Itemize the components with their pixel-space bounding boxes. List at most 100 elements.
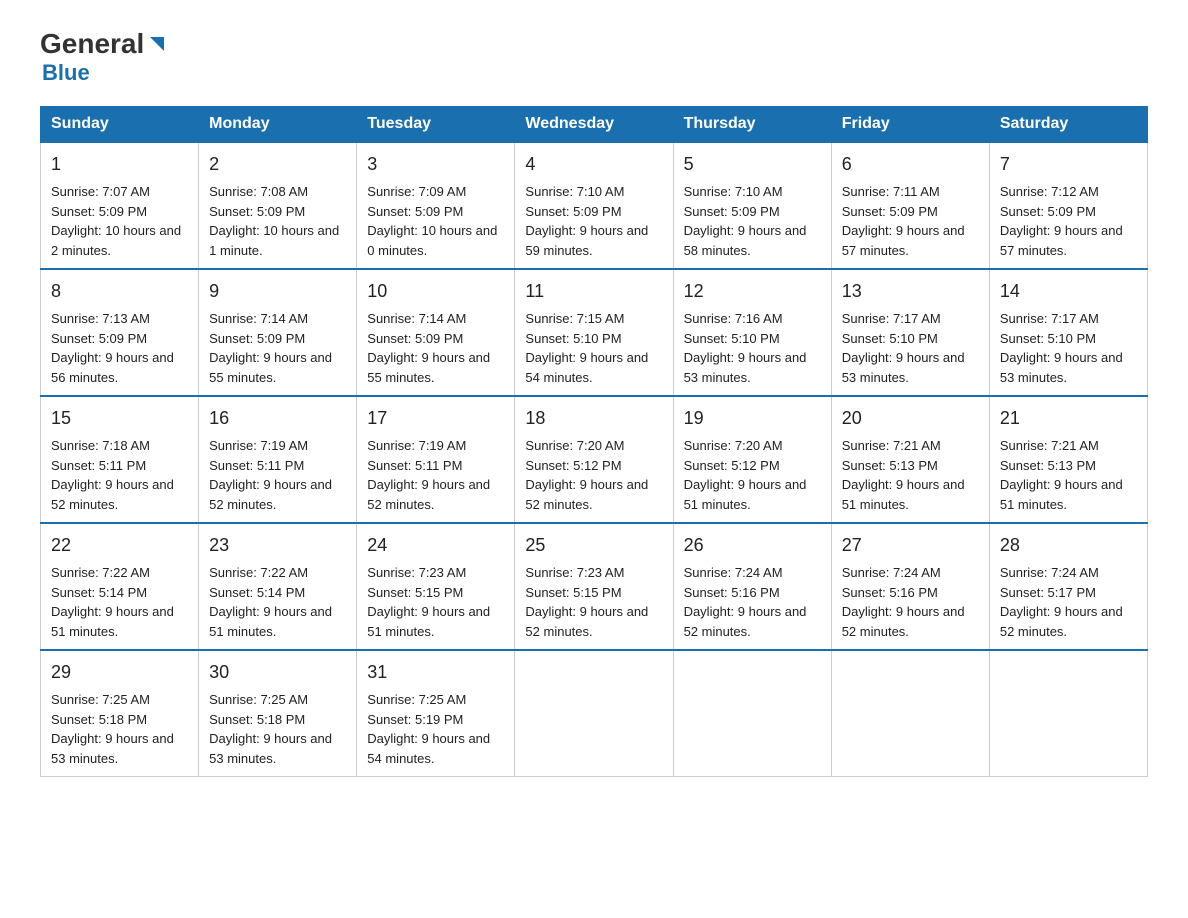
sunset-text: Sunset: 5:14 PM — [209, 585, 305, 600]
calendar-day-cell: 3Sunrise: 7:09 AMSunset: 5:09 PMDaylight… — [357, 142, 515, 269]
day-number: 15 — [51, 405, 188, 432]
sunset-text: Sunset: 5:12 PM — [684, 458, 780, 473]
calendar-day-cell: 26 Sunrise: 7:24 AM Sunset: 5:16 PM Dayligh… — [673, 523, 831, 650]
daylight-text: Daylight: 9 hours and 51 minutes. — [684, 477, 807, 512]
day-of-week-header: Friday — [831, 107, 989, 143]
sunrise-text: Sunrise: 7:14 AM — [209, 311, 308, 326]
sunset-text: Sunset: 5:14 PM — [51, 585, 147, 600]
day-number: 19 — [684, 405, 821, 432]
calendar-day-cell: 20Sunrise: 7:21 AMSunset: 5:13 PMDayligh… — [831, 396, 989, 523]
sunset-text: Sunset: 5:15 PM — [367, 585, 463, 600]
calendar-day-cell: 22Sunrise: 7:22 AMSunset: 5:14 PMDayligh… — [41, 523, 199, 650]
sunrise-text: Sunrise: 7:16 AM — [684, 311, 783, 326]
day-number: 2 — [209, 151, 346, 178]
calendar-day-cell: 7Sunrise: 7:12 AMSunset: 5:09 PMDaylight… — [989, 142, 1147, 269]
day-number: 9 — [209, 278, 346, 305]
sunrise-text: Sunrise: 7:24 AM — [684, 565, 783, 580]
calendar-day-cell: 31Sunrise: 7:25 AMSunset: 5:19 PMDayligh… — [357, 650, 515, 777]
sunrise-text: Sunrise: 7:21 AM — [842, 438, 941, 453]
calendar-day-cell: 11 Sunrise: 7:15 AM Sunset: 5:10 PM Dayligh… — [515, 269, 673, 396]
sunset-text: Sunset: 5:09 PM — [51, 331, 147, 346]
daylight-text: Daylight: 9 hours and 55 minutes. — [367, 350, 490, 385]
day-number: 26 — [684, 532, 821, 559]
daylight-text: Daylight: 9 hours and 58 minutes. — [684, 223, 807, 258]
daylight-text: Daylight: 9 hours and 52 minutes. — [209, 477, 332, 512]
sunrise-text: Sunrise: 7:18 AM — [51, 438, 150, 453]
logo-blue: Blue — [42, 60, 90, 86]
day-number: 1 — [51, 151, 188, 178]
sunrise-text: Sunrise: 7:17 AM — [1000, 311, 1099, 326]
calendar-week-row: 15 Sunrise: 7:18 AM Sunset: 5:11 PM Dayligh… — [41, 396, 1148, 523]
calendar-table: SundayMondayTuesdayWednesdayThursdayFrid… — [40, 106, 1148, 777]
sunset-text: Sunset: 5:15 PM — [525, 585, 621, 600]
sunset-text: Sunset: 5:10 PM — [525, 331, 621, 346]
day-of-week-header: Monday — [199, 107, 357, 143]
daylight-text: Daylight: 9 hours and 53 minutes. — [1000, 350, 1123, 385]
daylight-text: Daylight: 9 hours and 57 minutes. — [842, 223, 965, 258]
sunrise-text: Sunrise: 7:11 AM — [842, 184, 940, 199]
day-number: 27 — [842, 532, 979, 559]
calendar-day-cell: 9Sunrise: 7:14 AMSunset: 5:09 PMDaylight… — [199, 269, 357, 396]
sunrise-text: Sunrise: 7:25 AM — [367, 692, 466, 707]
daylight-text: Daylight: 9 hours and 57 minutes. — [1000, 223, 1123, 258]
daylight-text: Daylight: 9 hours and 52 minutes. — [842, 604, 965, 639]
daylight-text: Daylight: 10 hours and 2 minutes. — [51, 223, 181, 258]
sunrise-text: Sunrise: 7:15 AM — [525, 311, 624, 326]
calendar-day-cell: 18Sunrise: 7:20 AMSunset: 5:12 PMDayligh… — [515, 396, 673, 523]
day-number: 31 — [367, 659, 504, 686]
sunset-text: Sunset: 5:16 PM — [684, 585, 780, 600]
sunrise-text: Sunrise: 7:13 AM — [51, 311, 150, 326]
day-number: 11 — [525, 278, 662, 305]
sunset-text: Sunset: 5:17 PM — [1000, 585, 1096, 600]
day-of-week-header: Saturday — [989, 107, 1147, 143]
sunrise-text: Sunrise: 7:19 AM — [367, 438, 466, 453]
calendar-day-cell — [515, 650, 673, 777]
calendar-day-cell: 6 Sunrise: 7:11 AM Sunset: 5:09 PM Daylight… — [831, 142, 989, 269]
daylight-text: Daylight: 9 hours and 51 minutes. — [1000, 477, 1123, 512]
sunset-text: Sunset: 5:10 PM — [842, 331, 938, 346]
daylight-text: Daylight: 9 hours and 54 minutes. — [525, 350, 648, 385]
sunrise-text: Sunrise: 7:23 AM — [367, 565, 466, 580]
calendar-week-row: 29Sunrise: 7:25 AMSunset: 5:18 PMDayligh… — [41, 650, 1148, 777]
day-of-week-header: Wednesday — [515, 107, 673, 143]
day-number: 18 — [525, 405, 662, 432]
sunset-text: Sunset: 5:10 PM — [1000, 331, 1096, 346]
sunset-text: Sunset: 5:19 PM — [367, 712, 463, 727]
sunset-text: Sunset: 5:09 PM — [367, 331, 463, 346]
sunset-text: Sunset: 5:18 PM — [209, 712, 305, 727]
daylight-text: Daylight: 9 hours and 53 minutes. — [209, 731, 332, 766]
day-number: 24 — [367, 532, 504, 559]
sunset-text: Sunset: 5:09 PM — [51, 204, 147, 219]
calendar-day-cell: 30Sunrise: 7:25 AMSunset: 5:18 PMDayligh… — [199, 650, 357, 777]
sunrise-text: Sunrise: 7:14 AM — [367, 311, 466, 326]
calendar-week-row: 22 Sunrise: 7:22 AM Sunset: 5:14 PM Dayligh… — [41, 523, 1148, 650]
day-number: 8 — [51, 278, 188, 305]
day-number: 6 — [842, 151, 979, 178]
logo: General Blue — [40, 30, 168, 86]
sunrise-text: Sunrise: 7:22 AM — [51, 565, 150, 580]
daylight-text: Daylight: 9 hours and 59 minutes. — [525, 223, 648, 258]
daylight-text: Daylight: 9 hours and 52 minutes. — [51, 477, 174, 512]
calendar-day-cell: 12Sunrise: 7:16 AMSunset: 5:10 PMDayligh… — [673, 269, 831, 396]
sunset-text: Sunset: 5:18 PM — [51, 712, 147, 727]
calendar-day-cell: 15Sunrise: 7:18 AMSunset: 5:11 PMDayligh… — [41, 396, 199, 523]
sunset-text: Sunset: 5:16 PM — [842, 585, 938, 600]
page-header: General Blue — [40, 30, 1148, 86]
daylight-text: Daylight: 9 hours and 52 minutes. — [525, 604, 648, 639]
calendar-day-cell: 23Sunrise: 7:22 AMSunset: 5:14 PMDayligh… — [199, 523, 357, 650]
daylight-text: Daylight: 9 hours and 51 minutes. — [842, 477, 965, 512]
calendar-day-cell: 27Sunrise: 7:24 AMSunset: 5:16 PMDayligh… — [831, 523, 989, 650]
sunset-text: Sunset: 5:11 PM — [367, 458, 462, 473]
calendar-day-cell: 2Sunrise: 7:08 AMSunset: 5:09 PMDaylight… — [199, 142, 357, 269]
daylight-text: Daylight: 9 hours and 55 minutes. — [209, 350, 332, 385]
sunset-text: Sunset: 5:13 PM — [1000, 458, 1096, 473]
calendar-day-cell — [673, 650, 831, 777]
sunrise-text: Sunrise: 7:23 AM — [525, 565, 624, 580]
daylight-text: Daylight: 9 hours and 52 minutes. — [684, 604, 807, 639]
daylight-text: Daylight: 9 hours and 56 minutes. — [51, 350, 174, 385]
daylight-text: Daylight: 9 hours and 53 minutes. — [842, 350, 965, 385]
sunset-text: Sunset: 5:09 PM — [842, 204, 938, 219]
day-number: 12 — [684, 278, 821, 305]
calendar-day-cell: 28Sunrise: 7:24 AMSunset: 5:17 PMDayligh… — [989, 523, 1147, 650]
day-number: 22 — [51, 532, 188, 559]
